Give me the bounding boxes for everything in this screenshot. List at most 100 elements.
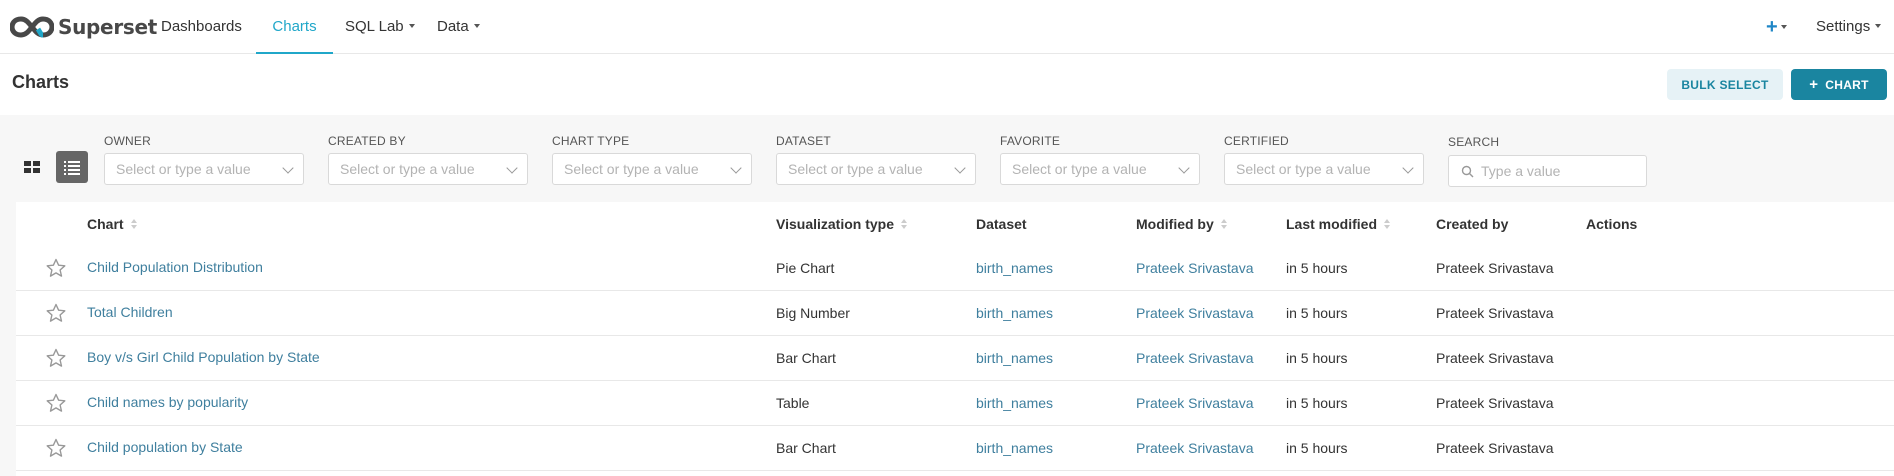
column-header-modified-by[interactable]: Modified by <box>1136 216 1228 232</box>
search-input[interactable]: Type a value <box>1448 155 1647 187</box>
search-placeholder: Type a value <box>1481 163 1561 179</box>
dataset-link[interactable]: birth_names <box>976 395 1053 411</box>
chart-name-link[interactable]: Boy v/s Girl Child Population by State <box>87 349 320 365</box>
filter-favorite-select[interactable]: Select or type a value <box>1000 153 1200 185</box>
star-icon[interactable] <box>46 348 66 368</box>
column-header-chart-label: Chart <box>87 216 124 232</box>
chevron-down-icon <box>1875 24 1882 29</box>
last-modified: in 5 hours <box>1286 305 1348 321</box>
table-row: Child population by State Bar Chart birt… <box>16 426 1894 471</box>
filter-created-by-label: CREATED BY <box>328 134 406 148</box>
bulk-select-button[interactable]: BULK SELECT <box>1667 69 1783 100</box>
column-header-last-modified-label: Last modified <box>1286 216 1378 232</box>
chart-name-link[interactable]: Child Population Distribution <box>87 259 263 275</box>
nav-charts[interactable]: Charts <box>256 0 333 54</box>
column-header-modified-by-label: Modified by <box>1136 216 1214 232</box>
last-modified: in 5 hours <box>1286 440 1348 456</box>
chevron-down-icon <box>1402 162 1414 174</box>
plus-icon: + <box>1766 16 1778 38</box>
column-header-actions-label: Actions <box>1586 216 1638 232</box>
created-by: Prateek Srivastava <box>1436 350 1554 366</box>
list-view-toggle[interactable] <box>56 151 88 183</box>
filter-certified-label: CERTIFIED <box>1224 134 1289 148</box>
filter-certified-select[interactable]: Select or type a value <box>1224 153 1424 185</box>
modified-by-link[interactable]: Prateek Srivastava <box>1136 350 1254 366</box>
column-header-created-by-label: Created by <box>1436 216 1509 232</box>
star-icon[interactable] <box>46 258 66 278</box>
search-icon <box>1461 165 1474 178</box>
sort-icon <box>1220 218 1228 230</box>
modified-by-link[interactable]: Prateek Srivastava <box>1136 440 1254 456</box>
superset-logo-icon <box>10 16 54 38</box>
dataset-link[interactable]: birth_names <box>976 305 1053 321</box>
filter-owner-placeholder: Select or type a value <box>116 161 251 177</box>
table-row: Child names by popularity Table birth_na… <box>16 381 1894 426</box>
column-header-visualization-type[interactable]: Visualization type <box>776 216 908 232</box>
dataset-link[interactable]: birth_names <box>976 440 1053 456</box>
plus-icon: + <box>1809 76 1819 93</box>
chevron-down-icon <box>473 24 480 29</box>
filter-dataset-select[interactable]: Select or type a value <box>776 153 976 185</box>
modified-by-link[interactable]: Prateek Srivastava <box>1136 260 1254 276</box>
visualization-type: Bar Chart <box>776 350 836 366</box>
column-header-dataset-label: Dataset <box>976 216 1027 232</box>
visualization-type: Table <box>776 395 810 411</box>
filter-chart-type-select[interactable]: Select or type a value <box>552 153 752 185</box>
visualization-type: Bar Chart <box>776 440 836 456</box>
page-title: Charts <box>12 72 70 92</box>
nav-data[interactable]: Data <box>437 0 480 54</box>
nav-sql-lab-label: SQL Lab <box>345 18 404 35</box>
star-icon[interactable] <box>46 438 66 458</box>
column-header-dataset: Dataset <box>976 216 1027 232</box>
filter-chart-type-label: CHART TYPE <box>552 134 630 148</box>
column-header-chart[interactable]: Chart <box>87 216 138 232</box>
sort-icon <box>1383 218 1391 230</box>
sort-icon <box>130 218 138 230</box>
modified-by-link[interactable]: Prateek Srivastava <box>1136 395 1254 411</box>
chevron-down-icon <box>1178 162 1190 174</box>
column-header-actions: Actions <box>1586 216 1637 232</box>
filter-favorite-label: FAVORITE <box>1000 134 1061 148</box>
chart-name-link[interactable]: Child population by State <box>87 439 243 455</box>
nav-dashboards[interactable]: Dashboards <box>161 0 242 54</box>
top-navbar: Superset Dashboards Charts SQL Lab Data … <box>0 0 1894 54</box>
created-by: Prateek Srivastava <box>1436 440 1554 456</box>
column-header-visualization-type-label: Visualization type <box>776 216 894 232</box>
chevron-down-icon <box>954 162 966 174</box>
dataset-link[interactable]: birth_names <box>976 350 1053 366</box>
filter-certified-placeholder: Select or type a value <box>1236 161 1371 177</box>
visualization-type: Pie Chart <box>776 260 835 276</box>
filter-owner-select[interactable]: Select or type a value <box>104 153 304 185</box>
dataset-link[interactable]: birth_names <box>976 260 1053 276</box>
settings-menu[interactable]: Settings <box>1816 0 1882 54</box>
add-chart-label: CHART <box>1825 77 1869 92</box>
chart-name-link[interactable]: Child names by popularity <box>87 394 248 410</box>
filter-favorite-placeholder: Select or type a value <box>1012 161 1147 177</box>
search-label: SEARCH <box>1448 135 1500 149</box>
brand-name: Superset <box>58 15 158 39</box>
visualization-type: Big Number <box>776 305 850 321</box>
column-header-last-modified[interactable]: Last modified <box>1286 216 1391 232</box>
filter-created-by-select[interactable]: Select or type a value <box>328 153 528 185</box>
last-modified: in 5 hours <box>1286 395 1348 411</box>
superset-logo[interactable]: Superset <box>10 12 157 42</box>
card-view-toggle[interactable] <box>16 151 48 183</box>
table-row: Child Population Distribution Pie Chart … <box>16 246 1894 291</box>
filter-owner-label: OWNER <box>104 134 151 148</box>
new-menu-button[interactable]: + <box>1766 0 1787 54</box>
chevron-down-icon <box>282 162 294 174</box>
star-icon[interactable] <box>46 393 66 413</box>
bulk-select-label: BULK SELECT <box>1681 77 1769 92</box>
nav-data-label: Data <box>437 18 469 35</box>
add-chart-button[interactable]: + CHART <box>1791 69 1887 100</box>
nav-charts-label: Charts <box>272 18 317 35</box>
chart-name-link[interactable]: Total Children <box>87 304 173 320</box>
created-by: Prateek Srivastava <box>1436 395 1554 411</box>
chevron-down-icon <box>408 24 415 29</box>
star-icon[interactable] <box>46 303 66 323</box>
chevron-down-icon <box>506 162 518 174</box>
nav-sql-lab[interactable]: SQL Lab <box>345 0 415 54</box>
chevron-down-icon <box>730 162 742 174</box>
table-row: Boy v/s Girl Child Population by State B… <box>16 336 1894 381</box>
modified-by-link[interactable]: Prateek Srivastava <box>1136 305 1254 321</box>
